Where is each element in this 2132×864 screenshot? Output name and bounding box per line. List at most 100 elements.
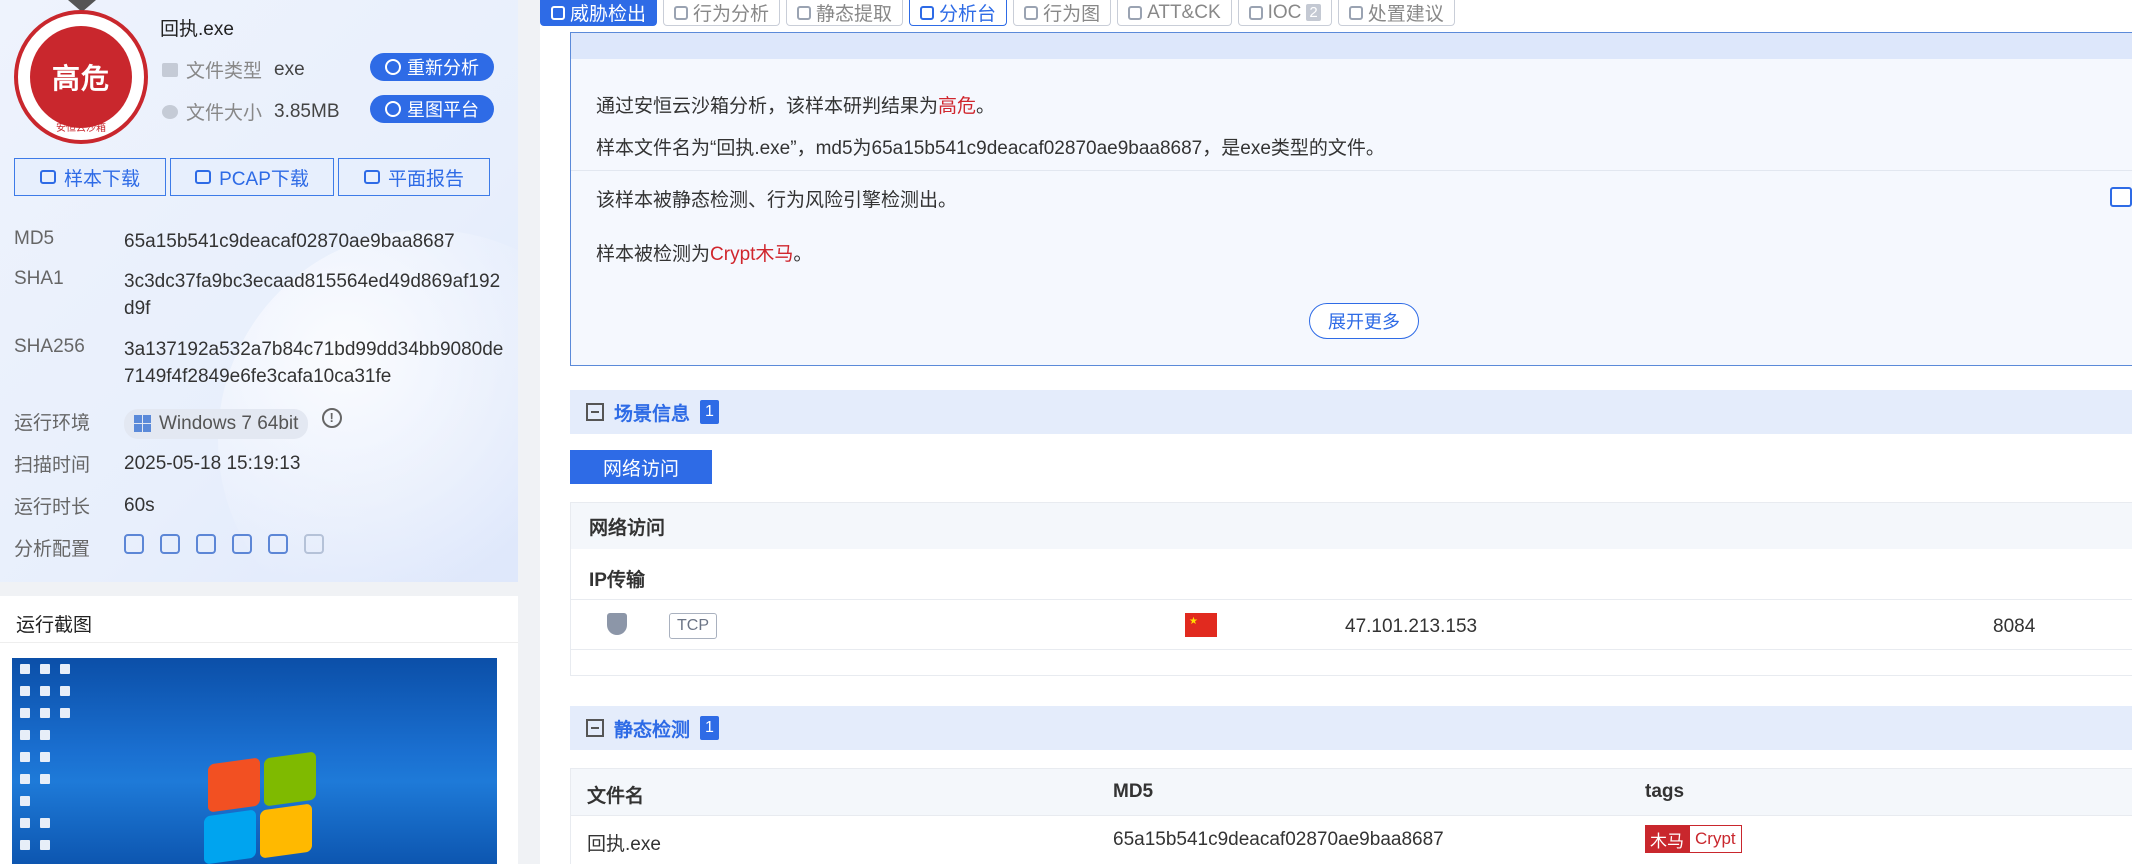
tag-trojan: 木马 xyxy=(1645,825,1689,853)
tab-behavior-graph[interactable]: 行为图 xyxy=(1013,0,1112,26)
column-header-md5: MD5 xyxy=(1113,781,1154,802)
desktop-icon xyxy=(20,752,30,762)
section-count-badge: 1 xyxy=(700,400,719,424)
reanalyze-button[interactable]: 重新分析 xyxy=(370,53,494,81)
section-count-badge: 1 xyxy=(700,716,719,740)
static-section-header[interactable]: 静态检测 1 xyxy=(570,706,2132,750)
ip-transfer-subheader: IP传输 xyxy=(589,570,645,591)
star-icon xyxy=(385,101,401,117)
file-config-icon[interactable] xyxy=(160,534,180,554)
info-icon[interactable]: ! xyxy=(321,407,342,428)
desktop-icon xyxy=(20,664,30,674)
windows-icon xyxy=(134,415,151,432)
user-config-icon[interactable] xyxy=(268,534,288,554)
desktop-icon xyxy=(40,840,50,850)
config-icons xyxy=(124,534,514,554)
network-access-tab[interactable]: 网络访问 xyxy=(570,450,712,484)
ioc-count-badge: 2 xyxy=(1306,4,1321,21)
sample-summary-card: 高危 安恒云沙箱 回执.exe 文件类型 exe 文件大小 3.85MB 重新分… xyxy=(0,0,518,582)
windows-logo-wallpaper xyxy=(202,751,322,864)
attck-icon xyxy=(1128,5,1143,20)
duration-label: 运行时长 xyxy=(14,497,91,518)
tab-ioc[interactable]: IOC 2 xyxy=(1237,0,1332,26)
sha256-value: 3a137192a532a7b84c71bd99dd34bb9080de7149… xyxy=(124,339,504,387)
ip-address[interactable]: 47.101.213.153 xyxy=(1345,616,1477,638)
scan-time-label: 扫描时间 xyxy=(14,455,91,476)
extra-config-icon[interactable] xyxy=(304,534,324,554)
verdict-text: 高危 xyxy=(938,96,977,117)
shield-icon xyxy=(607,613,627,635)
file-size-row: 文件大小 3.85MB xyxy=(162,98,340,125)
tab-behavior-analysis[interactable]: 行为分析 xyxy=(663,0,781,26)
side-panel-icon[interactable] xyxy=(2110,187,2132,207)
folder-icon xyxy=(162,62,178,77)
sample-info-panel: 高危 安恒云沙箱 回执.exe 文件类型 exe 文件大小 3.85MB 重新分… xyxy=(0,0,518,864)
desktop-icon xyxy=(40,686,50,696)
desktop-icon xyxy=(40,752,50,762)
md5-value: 65a15b541c9deacaf02870ae9baa8687 xyxy=(124,231,455,252)
download-toolbar: 样本下载 PCAP下载 平面报告 xyxy=(14,158,490,196)
tab-analysis-console[interactable]: 分析台 xyxy=(909,0,1008,26)
sample-download-button[interactable]: 样本下载 xyxy=(14,158,166,196)
duration-value: 60s xyxy=(124,495,155,516)
tab-remediation[interactable]: 处置建议 xyxy=(1337,0,1455,26)
scene-section-header[interactable]: 场景信息 1 xyxy=(570,390,2132,434)
desktop-icon xyxy=(20,708,30,718)
tab-label: 威胁检出 xyxy=(570,4,647,25)
divider xyxy=(571,815,2132,816)
desktop-icon xyxy=(20,774,30,784)
divider xyxy=(571,649,2132,650)
sha256-label: SHA256 xyxy=(14,336,85,357)
seal-text: 安恒云沙箱 xyxy=(56,123,106,134)
star-platform-label: 星图平台 xyxy=(407,100,479,120)
star-platform-button[interactable]: 星图平台 xyxy=(370,95,494,123)
run-screenshot-image[interactable] xyxy=(12,658,497,864)
env-chip: Windows 7 64bit xyxy=(124,408,309,439)
desktop-icon xyxy=(60,664,70,674)
row-filename: 回执.exe xyxy=(587,834,661,855)
behavior-icon xyxy=(674,5,689,20)
flat-report-button[interactable]: 平面报告 xyxy=(338,158,490,196)
desktop-icon xyxy=(60,708,70,718)
expand-more-button[interactable]: 展开更多 xyxy=(1309,303,1419,339)
protocol-tag: TCP xyxy=(669,613,717,639)
collapse-icon[interactable] xyxy=(586,719,604,737)
desktop-icon xyxy=(20,730,30,740)
snowflake-config-icon[interactable] xyxy=(232,534,252,554)
tab-threat-detection[interactable]: 威胁检出 xyxy=(540,0,658,26)
pcap-download-button[interactable]: PCAP下载 xyxy=(170,158,334,196)
network-config-icon[interactable] xyxy=(124,534,144,554)
summary-text: 。 xyxy=(793,244,813,265)
collapse-icon[interactable] xyxy=(586,403,604,421)
screenshot-panel-title: 运行截图 xyxy=(16,615,93,636)
sha1-value: 3c3dc37fa9bc3ecaad815564ed49d869af192d9f xyxy=(124,271,501,319)
md5-label: MD5 xyxy=(14,228,55,249)
tab-static-extraction[interactable]: 静态提取 xyxy=(786,0,904,26)
desktop-icon xyxy=(40,774,50,784)
divider xyxy=(571,599,2132,600)
desktop-icon xyxy=(40,664,50,674)
flat-report-label: 平面报告 xyxy=(387,168,464,190)
verdict-summary-box: 通过安恒云沙箱分析，该样本研判结果为高危。 样本文件名为“回执.exe”，md5… xyxy=(570,32,2132,366)
pcap-download-label: PCAP下载 xyxy=(219,168,309,190)
divider xyxy=(0,642,518,643)
desktop-icon xyxy=(40,730,50,740)
desktop-icon xyxy=(20,686,30,696)
robot-config-icon[interactable] xyxy=(196,534,216,554)
tab-label: 静态提取 xyxy=(816,4,893,25)
summary-line-verdict: 通过安恒云沙箱分析，该样本研判结果为高危。 xyxy=(596,91,995,118)
ioc-icon xyxy=(1248,5,1263,20)
row-tags: 木马 Crypt xyxy=(1645,825,1742,853)
tab-label: 处置建议 xyxy=(1367,4,1444,25)
graph-icon xyxy=(1024,5,1039,20)
clock-icon xyxy=(162,104,178,119)
sha1-label: SHA1 xyxy=(14,268,64,289)
tab-attck[interactable]: ATT&CK xyxy=(1117,0,1232,26)
summary-line-engines: 该样本被静态检测、行为风险引擎检测出。 xyxy=(596,190,958,211)
summary-text: 。 xyxy=(976,96,996,117)
tab-label: 行为分析 xyxy=(693,4,770,25)
summary-line-filename: 样本文件名为“回执.exe”，md5为65a15b541c9deacaf0287… xyxy=(596,138,1385,159)
env-label: 运行环境 xyxy=(14,413,91,434)
port-value: 8084 xyxy=(1993,616,2036,637)
report-icon xyxy=(363,170,380,184)
